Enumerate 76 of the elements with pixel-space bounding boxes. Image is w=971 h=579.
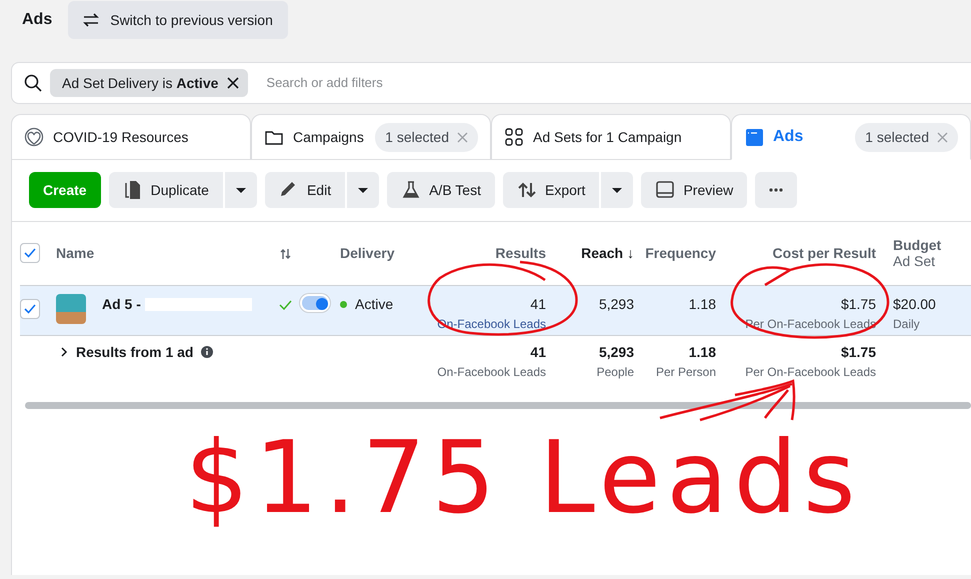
dropdown-button[interactable] <box>601 172 634 208</box>
column-header[interactable]: Frequency <box>645 244 716 261</box>
table-cell-text: $20.00 <box>893 294 937 314</box>
checkbox[interactable] <box>20 242 40 263</box>
table-cell-text: $1.75 <box>840 294 876 314</box>
tab-label: COVID-19 Resources <box>53 128 190 146</box>
column-header[interactable]: Budget <box>893 237 971 254</box>
table-cell-text: Daily <box>893 316 921 332</box>
toolbar-button[interactable]: Edit <box>264 172 346 208</box>
selection-badge: 1 selected <box>375 122 478 152</box>
switch-version-button[interactable]: Switch to previous version <box>68 1 288 39</box>
tab-label: Ads <box>773 127 804 147</box>
caret-icon <box>234 186 247 194</box>
search-icon <box>24 74 42 92</box>
photo-placeholder <box>56 294 86 324</box>
caret-icon <box>357 186 370 194</box>
summary-caption: Per On-Facebook Leads <box>744 364 876 380</box>
table-cell: 5,293 <box>598 296 634 312</box>
close-icon <box>457 132 468 142</box>
close-icon[interactable] <box>226 76 240 90</box>
tab[interactable]: Campaigns 1 selected <box>251 114 491 160</box>
screen-icon <box>655 180 676 200</box>
filter-chip-label: Ad Set Delivery is Active <box>62 74 218 93</box>
summary-value: 5,293 <box>598 342 634 362</box>
horizontal-scrollbar[interactable] <box>25 402 971 409</box>
tab[interactable]: Ads 1 selected <box>731 114 971 160</box>
status-dot <box>340 300 347 308</box>
info-icon <box>201 346 214 358</box>
toggle-switch[interactable] <box>300 294 330 312</box>
column-header[interactable]: Results <box>495 244 546 261</box>
column-header[interactable]: Reach ↓ <box>581 244 634 261</box>
tab[interactable]: COVID-19 Resources <box>11 114 251 160</box>
tab-label: Ad Sets for 1 Campaign <box>533 128 683 147</box>
toolbar-button[interactable]: Export <box>502 172 600 208</box>
copy-icon <box>122 180 143 200</box>
checkmark-icon <box>24 248 36 258</box>
summary-value: 41 <box>529 342 546 362</box>
dropdown-button[interactable] <box>347 172 380 208</box>
more-dots-icon <box>769 188 784 192</box>
heart-circle-icon <box>24 126 45 148</box>
filter-search-field[interactable]: Search or add filters <box>264 72 959 94</box>
summary-caption: Per Person <box>654 364 716 380</box>
grid-icon <box>504 126 525 148</box>
search-filter-bar[interactable]: Ad Set Delivery is Active Search or add filters <box>11 62 971 104</box>
sort-arrows-icon <box>280 248 290 260</box>
handwritten-annotation: $1.75 Leads <box>185 428 862 528</box>
chevron-right-icon <box>61 347 68 357</box>
ad-name[interactable]: Ad 5 - <box>102 294 141 314</box>
selection-badge: 1 selected <box>855 122 958 152</box>
dropdown-button[interactable] <box>224 172 257 208</box>
summary-value: 1.18 <box>688 342 716 362</box>
checkmark-icon <box>24 304 36 314</box>
tab[interactable]: Ad Sets for 1 Campaign <box>491 114 731 160</box>
page-title: Ads <box>22 10 52 30</box>
table-cell-text: 41 <box>529 294 546 314</box>
column-header[interactable]: Cost per Result <box>772 244 876 261</box>
delivery-status: Active <box>355 294 394 314</box>
toolbar-button[interactable]: Preview <box>641 172 748 208</box>
column-subheader: Ad Set <box>893 254 936 270</box>
summary-label[interactable]: Results from 1 ad <box>76 342 194 362</box>
ad-square-icon <box>744 126 765 148</box>
flask-icon <box>401 180 422 200</box>
toolbar-button[interactable]: A/B Test <box>387 172 495 208</box>
checkbox[interactable] <box>20 298 40 318</box>
summary-caption: On-Facebook Leads <box>436 364 546 380</box>
column-header[interactable]: Delivery <box>340 244 394 261</box>
column-header[interactable]: Name <box>56 244 94 261</box>
close-icon <box>937 132 948 142</box>
toolbar-button[interactable]: Duplicate <box>108 172 223 208</box>
tab-label: Campaigns <box>293 128 365 147</box>
table-cell: 1.18 <box>688 296 716 312</box>
caret-icon <box>611 186 624 194</box>
up-down-arrows-icon <box>516 180 537 200</box>
summary-value: $1.75 <box>840 342 876 362</box>
summary-caption: People <box>596 364 634 380</box>
check-icon <box>278 300 292 310</box>
